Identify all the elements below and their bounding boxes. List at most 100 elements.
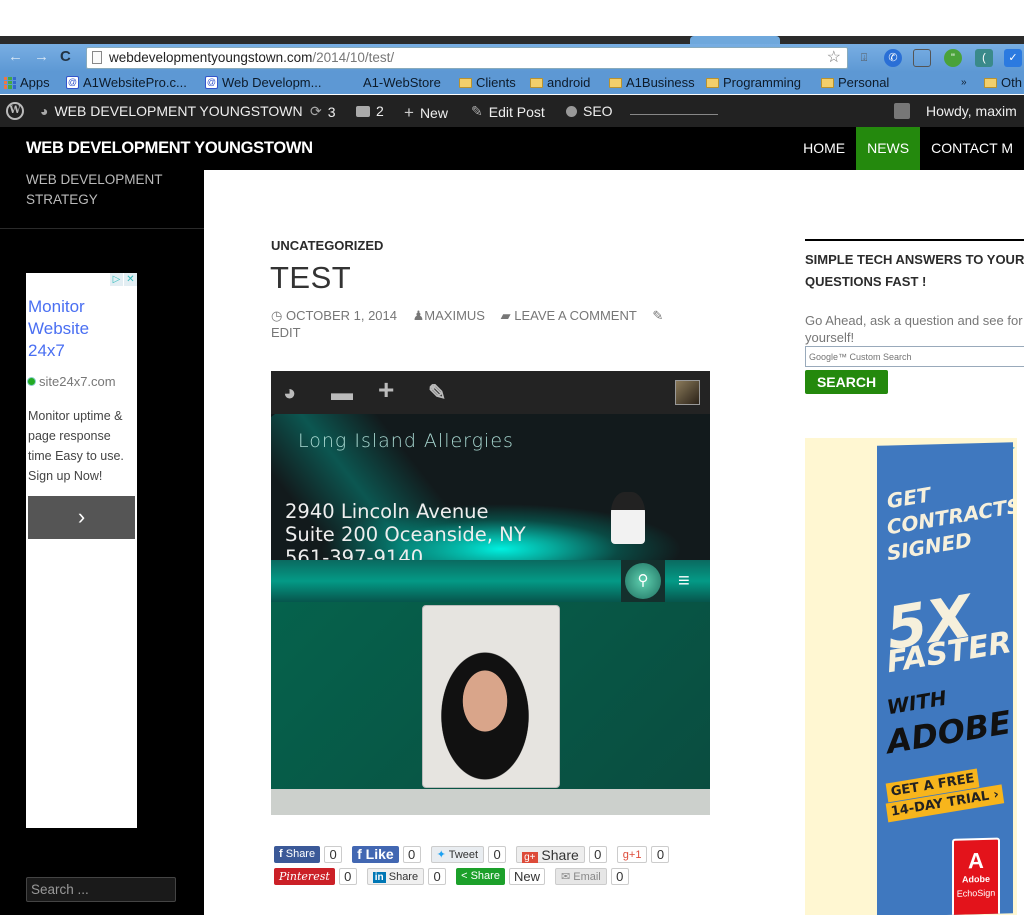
bookmark-clients[interactable]: Clients [459, 75, 516, 90]
reload-button[interactable]: C [60, 48, 71, 65]
admin-comments[interactable]: 2 [356, 103, 384, 119]
share-label: Email [573, 871, 601, 883]
site-title[interactable]: WEB DEVELOPMENT YOUNGSTOWN [26, 139, 313, 158]
tagline-line: STRATEGY [26, 192, 98, 207]
facebook-like-button[interactable]: f Like [352, 846, 399, 863]
post-image: ◕ ▬ + ✎ Long Island Allergies 2940 Linco… [271, 371, 710, 815]
cast-icon[interactable] [913, 49, 931, 67]
image-green-panel [271, 602, 710, 789]
post-author-label: MAXIMUS [424, 308, 485, 323]
tweet-button[interactable]: ✦ Tweet [430, 846, 485, 863]
forward-button[interactable]: → [34, 48, 49, 65]
adobe-brand: Adobe [962, 873, 990, 885]
edit-link[interactable]: EDIT [271, 325, 301, 340]
bookmark-a1websitepro[interactable]: @ A1WebsitePro.c... [66, 75, 187, 90]
bookmarks-overflow-button[interactable]: » [961, 77, 967, 88]
google-plus-one-button[interactable]: g+1 [616, 846, 648, 863]
check-icon[interactable]: ✓ [1004, 49, 1022, 67]
site-icon: @ [205, 76, 218, 89]
folder-icon [609, 77, 622, 88]
tab-strip [0, 36, 1024, 44]
bookmark-programming[interactable]: Programming [706, 75, 801, 90]
ad-title[interactable]: Monitor Website 24x7 [28, 296, 89, 362]
bookmark-web-development[interactable]: @ Web Developm... [205, 75, 321, 90]
edit-post-label: Edit Post [488, 103, 545, 120]
widget-title-line: QUESTIONS FAST ! [805, 274, 927, 289]
admin-edit-post[interactable]: ✎ Edit Post [471, 103, 545, 120]
bookmark-personal[interactable]: Personal [821, 75, 889, 90]
admin-new[interactable]: + New [404, 103, 448, 123]
dashboard-icon: ◕ [40, 103, 49, 119]
image-site-name: Long Island Allergies [298, 430, 514, 452]
hangouts-icon[interactable]: " [944, 49, 962, 67]
nav-news[interactable]: NEWS [856, 127, 921, 170]
wp-logo-button[interactable]: W [6, 102, 24, 120]
widget-title: SIMPLE TECH ANSWERS TO YOUR QUESTIONS FA… [805, 249, 1024, 293]
download-icon[interactable]: ⍗ [855, 49, 873, 67]
bookmark-a1business[interactable]: A1Business [609, 75, 695, 90]
ad-domain[interactable]: site24x7.com [28, 374, 116, 389]
search-button[interactable]: SEARCH [805, 370, 888, 394]
address-line: 561-397-9140 [285, 546, 424, 560]
post-category[interactable]: UNCATEGORIZED [271, 238, 383, 253]
facebook-share-button[interactable]: f Share [274, 846, 321, 863]
image-nav-bar: ⚲ ≡ [271, 560, 710, 602]
close-icon[interactable]: ✕ [124, 273, 137, 286]
share-count: 0 [488, 846, 507, 863]
phone-icon[interactable]: ✆ [884, 49, 902, 67]
share-icon: < [461, 870, 468, 882]
email-share-button[interactable]: ✉ Email [554, 868, 607, 885]
twitter-icon: ✦ [436, 849, 446, 861]
active-tab[interactable] [690, 36, 780, 44]
comment-icon [356, 105, 370, 117]
bookmark-label: A1WebsitePro.c... [83, 75, 187, 90]
ad-arrow-button[interactable]: › [28, 496, 135, 539]
linkedin-share-button[interactable]: in Share [366, 868, 425, 885]
address-bar[interactable]: webdevelopmentyoungstown.com/2014/10/tes… [86, 47, 848, 69]
edit-pencil-icon[interactable]: ✎ [652, 308, 663, 323]
image-admin-bar: ◕ ▬ + ✎ [271, 371, 710, 414]
share-count: 0 [588, 846, 607, 863]
ext-icon[interactable]: ( [975, 49, 993, 67]
nav-home[interactable]: HOME [792, 127, 856, 170]
post-content: UNCATEGORIZED TEST ◷ OCTOBER 1, 2014 ♟MA… [204, 170, 784, 915]
share-label: Share [470, 870, 500, 882]
google-share-button[interactable]: g+ Share [516, 846, 585, 863]
tagline-line: WEB DEVELOPMENT [26, 172, 163, 187]
share-count: New [508, 868, 545, 885]
portrait-photo [422, 605, 560, 788]
bookmark-star-icon[interactable]: ☆ [827, 48, 841, 68]
share-count: 0 [651, 846, 670, 863]
post-author[interactable]: ♟MAXIMUS [413, 308, 485, 323]
pinterest-button[interactable]: Pinterest [274, 868, 335, 885]
address-line: 2940 Lincoln Avenue [285, 500, 489, 523]
right-ad[interactable]: ▷ GET CONTRACTS SIGNED 5X FASTER WITH AD… [805, 438, 1017, 915]
admin-seo[interactable]: SEO [566, 103, 613, 119]
google-search-input[interactable] [805, 346, 1024, 367]
howdy-label: Howdy, maxim [926, 103, 1017, 119]
bookmark-label: Personal [838, 75, 890, 90]
adobe-logo: A Adobe EchoSign [952, 837, 1000, 915]
post-date[interactable]: ◷ OCTOBER 1, 2014 [271, 308, 397, 323]
ad-choices[interactable]: ▷ ✕ [109, 273, 137, 286]
updates-icon: ⟳ [310, 103, 322, 119]
bookmark-android[interactable]: android [530, 75, 590, 90]
left-ad[interactable]: ▷ ✕ Monitor Website 24x7 site24x7.com Mon… [26, 273, 137, 828]
admin-site-name[interactable]: ◕ WEB DEVELOPMENT YOUNGSTOWN [40, 103, 303, 119]
bookmark-other[interactable]: Oth [984, 75, 1022, 90]
back-button[interactable]: ← [8, 48, 23, 65]
bookmark-apps[interactable]: Apps [4, 75, 50, 90]
share-count: 0 [324, 846, 343, 863]
admin-account[interactable]: Howdy, maxim [894, 103, 1017, 119]
ad-poster[interactable]: GET CONTRACTS SIGNED 5X FASTER WITH ADOB… [877, 442, 1013, 915]
admin-updates[interactable]: ⟳ 3 [310, 103, 336, 120]
nav-contact[interactable]: CONTACT M [920, 127, 1024, 170]
leave-comment-link[interactable]: ▰ LEAVE A COMMENT [501, 308, 637, 323]
bookmark-a1-webstore[interactable]: A1-WebStore [363, 75, 441, 90]
bookmark-label: » [961, 77, 967, 88]
adchoices-icon[interactable]: ▷ [110, 273, 123, 286]
linkedin-icon: in [372, 872, 386, 883]
url-path: /2014/10/test/ [312, 50, 395, 65]
sidebar-search-input[interactable] [26, 877, 176, 902]
generic-share-button[interactable]: < Share [456, 868, 505, 885]
